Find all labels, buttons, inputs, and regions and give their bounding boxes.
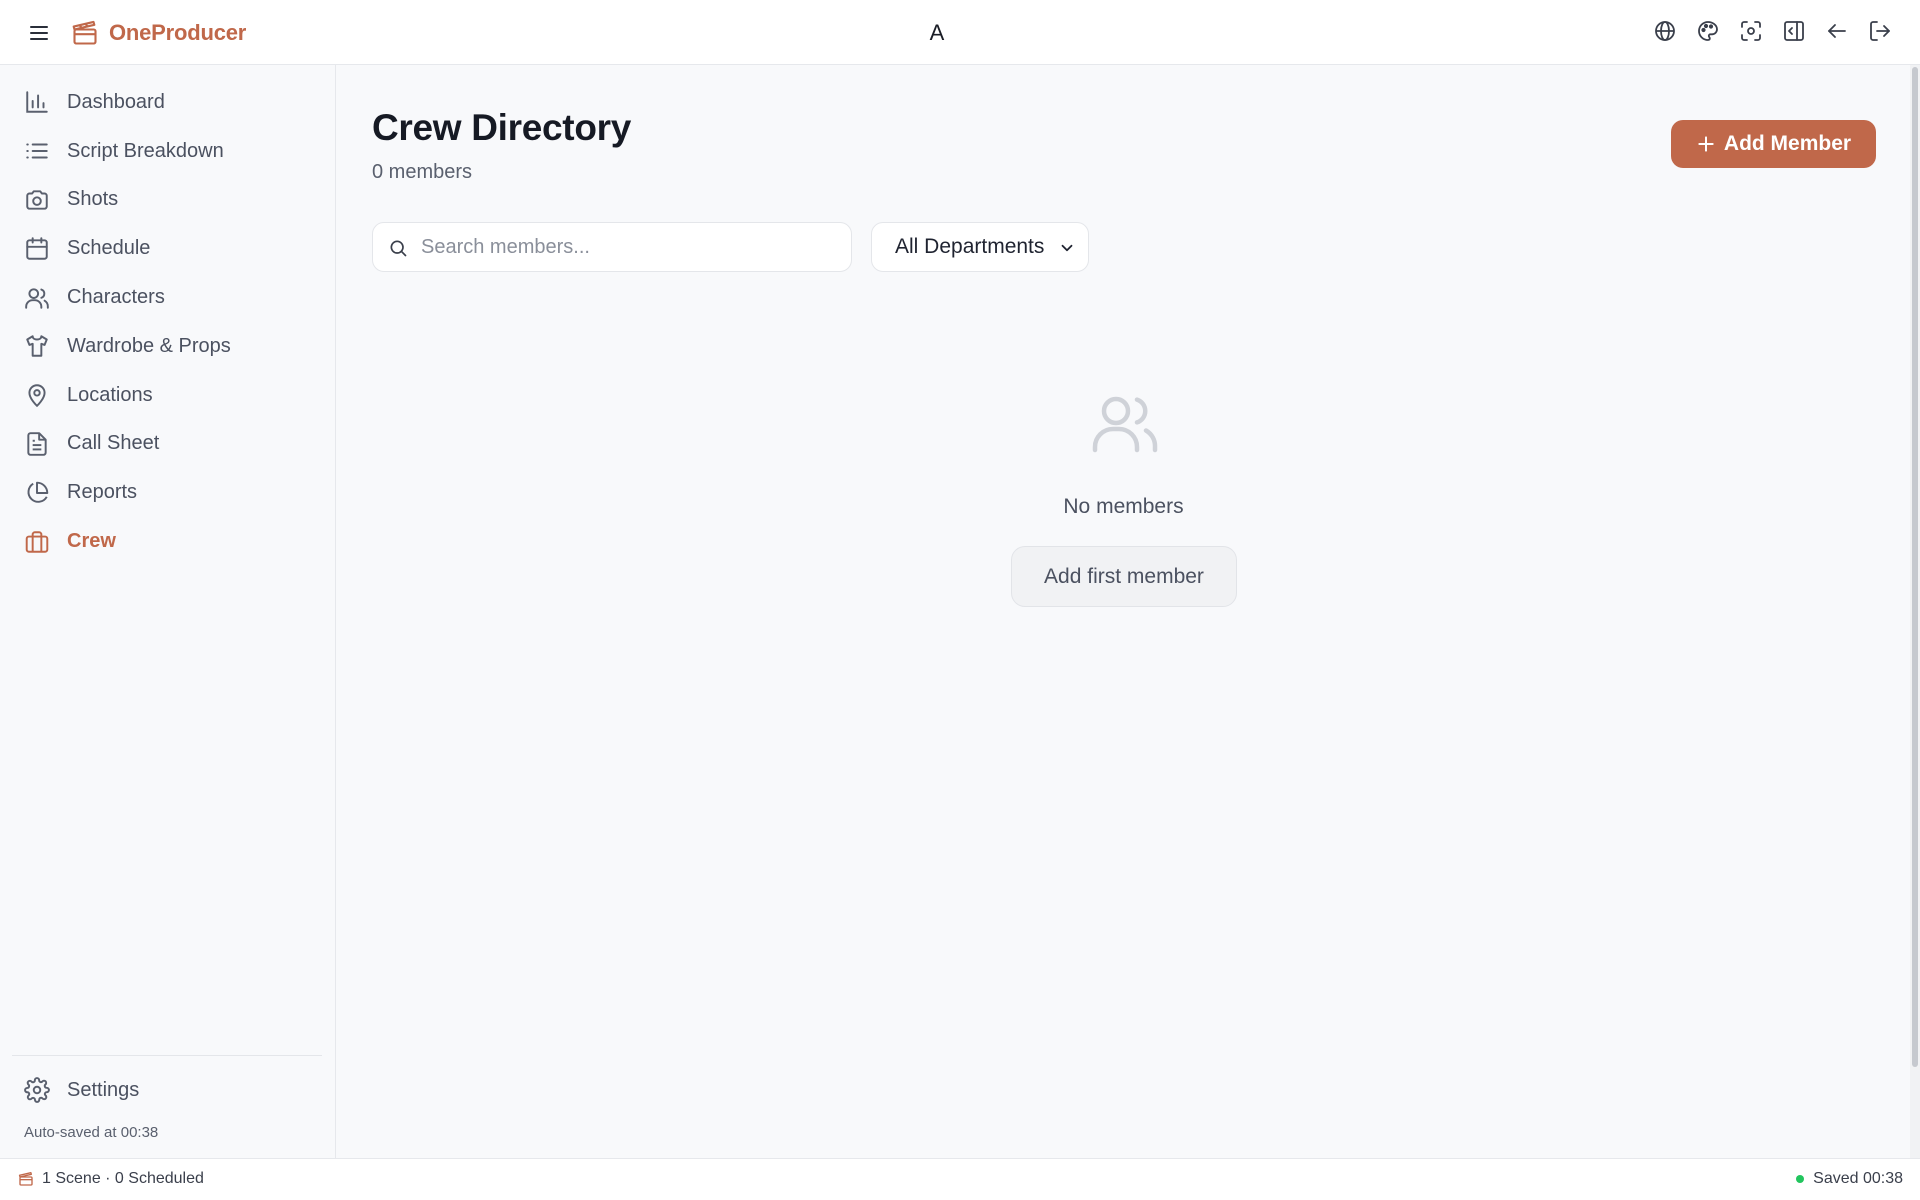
sidebar-item-crew[interactable]: Crew xyxy=(12,517,322,566)
bar-chart-icon xyxy=(24,89,50,115)
add-first-member-button[interactable]: Add first member xyxy=(1011,546,1237,607)
list-icon xyxy=(24,138,50,164)
settings-label: Settings xyxy=(67,1078,140,1101)
add-member-button[interactable]: Add Member xyxy=(1671,120,1876,168)
empty-state-text: No members xyxy=(1063,495,1184,518)
sidebar-item-label: Call Sheet xyxy=(67,432,160,455)
sidebar-divider xyxy=(12,1055,322,1056)
arrow-left-icon[interactable] xyxy=(1825,19,1849,43)
page-title: Crew Directory xyxy=(372,107,632,148)
clapperboard-icon xyxy=(71,19,99,47)
sidebar-item-schedule[interactable]: Schedule xyxy=(12,224,322,273)
chevron-down-icon xyxy=(1058,239,1076,257)
shirt-icon xyxy=(24,333,50,359)
brand-logo[interactable]: OneProducer xyxy=(71,18,246,48)
sidebar-nav: Dashboard Script Breakdown Shots Schedul… xyxy=(12,78,322,566)
saved-indicator-dot xyxy=(1796,1175,1805,1183)
top-bar: OneProducer A xyxy=(0,0,1920,65)
scrollbar[interactable] xyxy=(1910,65,1920,1158)
add-member-label: Add Member xyxy=(1723,132,1852,155)
users-icon xyxy=(24,285,50,311)
scene-status: 1 Scene · 0 Scheduled xyxy=(18,1170,204,1188)
sidebar-item-label: Reports xyxy=(67,481,138,504)
sidebar-item-script-breakdown[interactable]: Script Breakdown xyxy=(12,127,322,176)
sidebar: Dashboard Script Breakdown Shots Schedul… xyxy=(0,65,336,1158)
department-filter-value: All Departments xyxy=(895,235,1045,258)
sidebar-item-dashboard[interactable]: Dashboard xyxy=(12,78,322,127)
member-count: 0 members xyxy=(372,161,473,183)
sidebar-item-call-sheet[interactable]: Call Sheet xyxy=(12,420,322,469)
toolbar xyxy=(1653,19,1892,43)
file-text-icon xyxy=(24,431,50,457)
department-filter[interactable]: All Departments xyxy=(871,222,1089,272)
scan-icon[interactable] xyxy=(1739,19,1763,43)
sidebar-item-characters[interactable]: Characters xyxy=(12,273,322,322)
map-pin-icon xyxy=(24,382,50,408)
pie-chart-icon xyxy=(24,480,50,506)
search-icon xyxy=(388,238,408,258)
sidebar-item-label: Dashboard xyxy=(67,90,165,113)
main-content: Crew Directory 0 members Add Member All … xyxy=(337,65,1910,1158)
sidebar-item-label: Locations xyxy=(67,383,153,406)
sidebar-item-label: Characters xyxy=(67,286,165,309)
sidebar-item-label: Wardrobe & Props xyxy=(67,334,231,357)
sidebar-item-label: Schedule xyxy=(67,237,151,260)
sidebar-item-label: Shots xyxy=(67,188,119,211)
menu-icon[interactable] xyxy=(27,21,51,45)
globe-icon[interactable] xyxy=(1653,19,1677,43)
status-bar: 1 Scene · 0 Scheduled Saved 00:38 xyxy=(0,1158,1920,1200)
briefcase-icon xyxy=(24,529,50,555)
save-status: Saved 00:38 xyxy=(1796,1170,1903,1188)
sidebar-item-wardrobe-props[interactable]: Wardrobe & Props xyxy=(12,322,322,371)
autosave-text: Auto-saved at 00:38 xyxy=(24,1124,159,1141)
plus-icon xyxy=(1696,134,1716,154)
sidebar-item-label: Script Breakdown xyxy=(67,139,224,162)
logout-icon[interactable] xyxy=(1868,19,1892,43)
camera-icon xyxy=(24,187,50,213)
calendar-icon xyxy=(24,236,50,262)
search-box xyxy=(372,222,852,272)
sidebar-item-shots[interactable]: Shots xyxy=(12,176,322,225)
scroll-thumb[interactable] xyxy=(1912,67,1918,1067)
sidebar-item-locations[interactable]: Locations xyxy=(12,371,322,420)
search-input[interactable] xyxy=(421,223,841,271)
users-icon xyxy=(1089,387,1161,459)
sidebar-item-settings[interactable]: Settings xyxy=(24,1077,139,1103)
sidebar-item-reports[interactable]: Reports xyxy=(12,468,322,517)
save-status-text: Saved 00:38 xyxy=(1813,1170,1903,1187)
project-label: A xyxy=(929,20,945,45)
sidebar-item-label: Crew xyxy=(67,530,116,553)
clapperboard-icon xyxy=(18,1171,34,1187)
sidebar-collapse-icon[interactable] xyxy=(1782,19,1806,43)
app-name: OneProducer xyxy=(109,20,247,45)
gear-icon xyxy=(24,1077,50,1103)
scene-status-text: 1 Scene · 0 Scheduled xyxy=(42,1170,204,1187)
palette-icon[interactable] xyxy=(1696,19,1720,43)
